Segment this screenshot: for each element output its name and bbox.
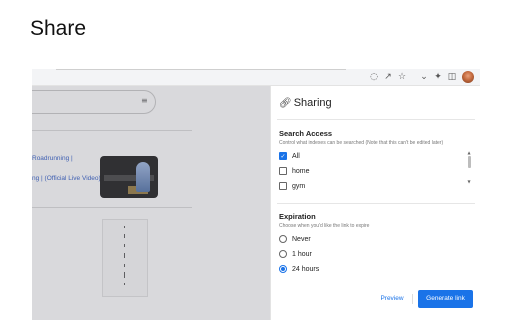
- expiration-option-label: Never: [292, 235, 311, 243]
- page-heading: Share: [30, 17, 87, 40]
- index-option-all[interactable]: ✓ All: [279, 152, 300, 160]
- expiration-description: Choose when you'd like the link to expir…: [279, 223, 370, 229]
- preview-button[interactable]: Preview: [377, 292, 407, 306]
- address-bar-edge: [56, 69, 346, 70]
- sharing-panel: 🔗︎ Sharing Search Access Control what in…: [270, 86, 480, 320]
- scroll-down-icon[interactable]: ▼: [467, 180, 471, 184]
- expiration-title: Expiration: [279, 212, 316, 221]
- search-access-title: Search Access: [279, 129, 333, 138]
- divider: [277, 203, 475, 204]
- checkbox-icon[interactable]: [279, 182, 287, 190]
- panel-title: 🔗︎ Sharing: [279, 97, 332, 109]
- browser-window: ◌ ↗ ☆ ⌄ ✦ ◫ ≡ Roadrunning | ng | (Offici…: [32, 69, 480, 320]
- expiration-option-label: 1 hour: [292, 250, 312, 258]
- screenshot-canvas: Share ◌ ↗ ☆ ⌄ ✦ ◫ ≡ Roadrunning | ng | (…: [0, 0, 512, 320]
- browser-toolbar: ◌ ↗ ☆ ⌄ ✦ ◫: [32, 69, 480, 86]
- button-divider: [412, 294, 413, 304]
- share-icon[interactable]: ↗: [382, 71, 394, 83]
- checkbox-checked-icon[interactable]: ✓: [279, 152, 287, 160]
- search-access-description: Control what indexes can be searched (No…: [279, 140, 444, 146]
- extensions-puzzle-icon[interactable]: ✦: [432, 71, 444, 83]
- side-panel-icon[interactable]: ◫: [446, 71, 458, 83]
- index-option-label: gym: [292, 182, 306, 190]
- expiration-option-label: 24 hours: [292, 265, 320, 273]
- index-list-scrollbar[interactable]: ▲ ▼: [467, 151, 471, 189]
- generate-link-button[interactable]: Generate link: [418, 290, 473, 308]
- expiration-option-1-hour[interactable]: 1 hour: [279, 250, 312, 258]
- radio-selected-icon[interactable]: [279, 265, 287, 273]
- panel-title-text: Sharing: [293, 97, 332, 109]
- expiration-option-24-hours[interactable]: 24 hours: [279, 265, 319, 273]
- scroll-up-icon[interactable]: ▲: [467, 151, 471, 155]
- chevron-down-icon[interactable]: ⌄: [418, 71, 430, 83]
- google-lens-icon[interactable]: ◌: [368, 71, 380, 83]
- index-option-home[interactable]: home: [279, 167, 310, 175]
- index-option-label: All: [292, 152, 300, 160]
- bookmark-star-icon[interactable]: ☆: [396, 71, 408, 83]
- link-icon: 🔗︎: [279, 97, 292, 109]
- radio-icon[interactable]: [279, 250, 287, 258]
- index-option-label: home: [292, 167, 310, 175]
- index-option-gym[interactable]: gym: [279, 182, 305, 190]
- profile-avatar[interactable]: [462, 71, 474, 83]
- modal-overlay[interactable]: [32, 86, 270, 320]
- checkbox-icon[interactable]: [279, 167, 287, 175]
- divider: [277, 119, 475, 120]
- scroll-thumb[interactable]: [467, 156, 471, 168]
- radio-icon[interactable]: [279, 235, 287, 243]
- expiration-option-never[interactable]: Never: [279, 235, 311, 243]
